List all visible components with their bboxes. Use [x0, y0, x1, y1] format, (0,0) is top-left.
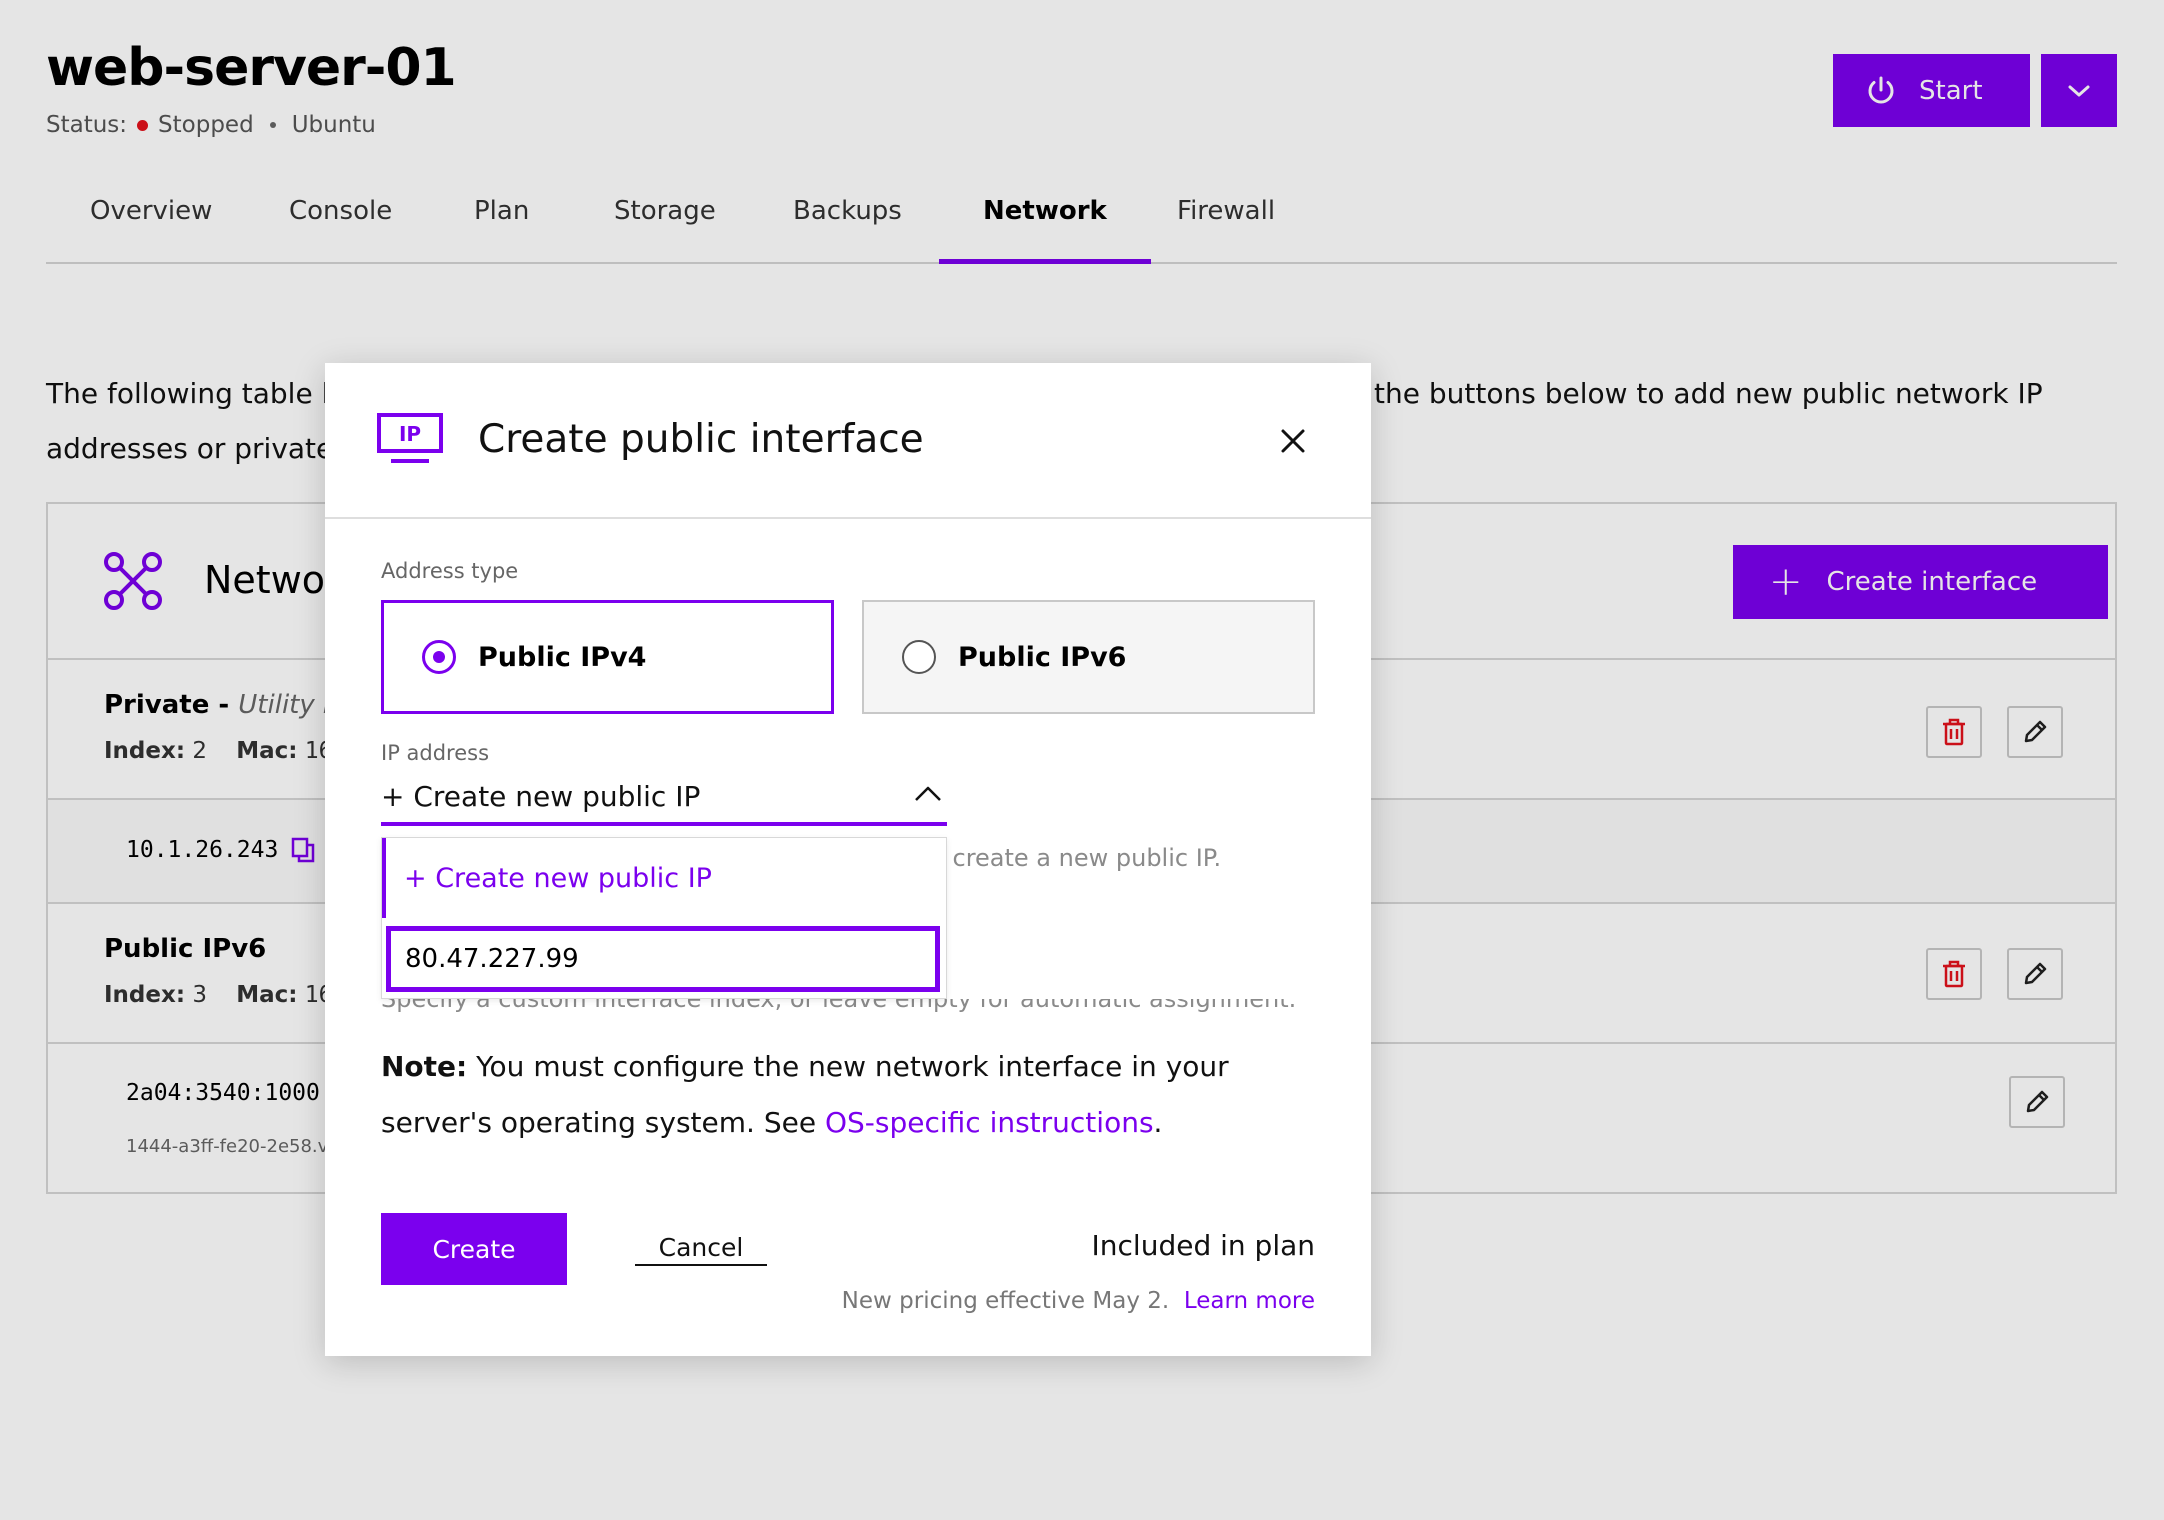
address-type-label: Address type — [381, 559, 519, 583]
dialog-title: Create public interface — [478, 417, 924, 462]
option-label: Public IPv4 — [478, 641, 647, 673]
ip-address-dropdown: + Create new public IP 80.47.227.99 — [381, 837, 947, 999]
chevron-up-icon — [915, 786, 941, 801]
ip-address-select-value: + Create new public IP — [381, 780, 701, 813]
option-label: Public IPv6 — [958, 641, 1127, 673]
close-dialog-button[interactable] — [1275, 423, 1311, 459]
pricing-note: New pricing effective May 2. Learn more — [842, 1288, 1315, 1314]
address-type-ipv6-option[interactable]: Public IPv6 — [862, 600, 1315, 714]
plan-info: Included in plan — [1091, 1229, 1315, 1262]
create-button[interactable]: Create — [381, 1213, 567, 1285]
close-icon — [1281, 429, 1305, 453]
dropdown-option-create-new[interactable]: + Create new public IP — [382, 838, 946, 918]
ip-badge-text: IP — [399, 422, 421, 446]
pricing-text: New pricing effective May 2. — [841, 1288, 1170, 1314]
dialog-header: IP Create public interface — [325, 363, 1371, 519]
cancel-button[interactable]: Cancel — [635, 1233, 767, 1266]
note-end: . — [1153, 1106, 1163, 1139]
radio-unselected-icon — [902, 640, 936, 674]
ip-address-hint: r create a new public IP. — [935, 844, 1222, 872]
configuration-note: Note: You must configure the new network… — [381, 1039, 1331, 1151]
dropdown-option-existing-ip[interactable]: 80.47.227.99 — [386, 926, 940, 992]
os-instructions-link[interactable]: OS-specific instructions — [825, 1106, 1154, 1139]
ip-address-select[interactable]: + Create new public IP — [381, 770, 947, 826]
address-type-ipv4-option[interactable]: Public IPv4 — [381, 600, 834, 714]
server-network-page: web-server-01 Status: Stopped Ubuntu Sta… — [0, 0, 2164, 1520]
learn-more-link[interactable]: Learn more — [1184, 1288, 1315, 1314]
ip-badge-icon: IP — [377, 413, 443, 463]
radio-selected-icon — [422, 640, 456, 674]
note-label: Note: — [381, 1050, 468, 1083]
create-public-interface-dialog: IP Create public interface Address type … — [325, 363, 1371, 1356]
ip-address-label: IP address — [381, 741, 490, 765]
